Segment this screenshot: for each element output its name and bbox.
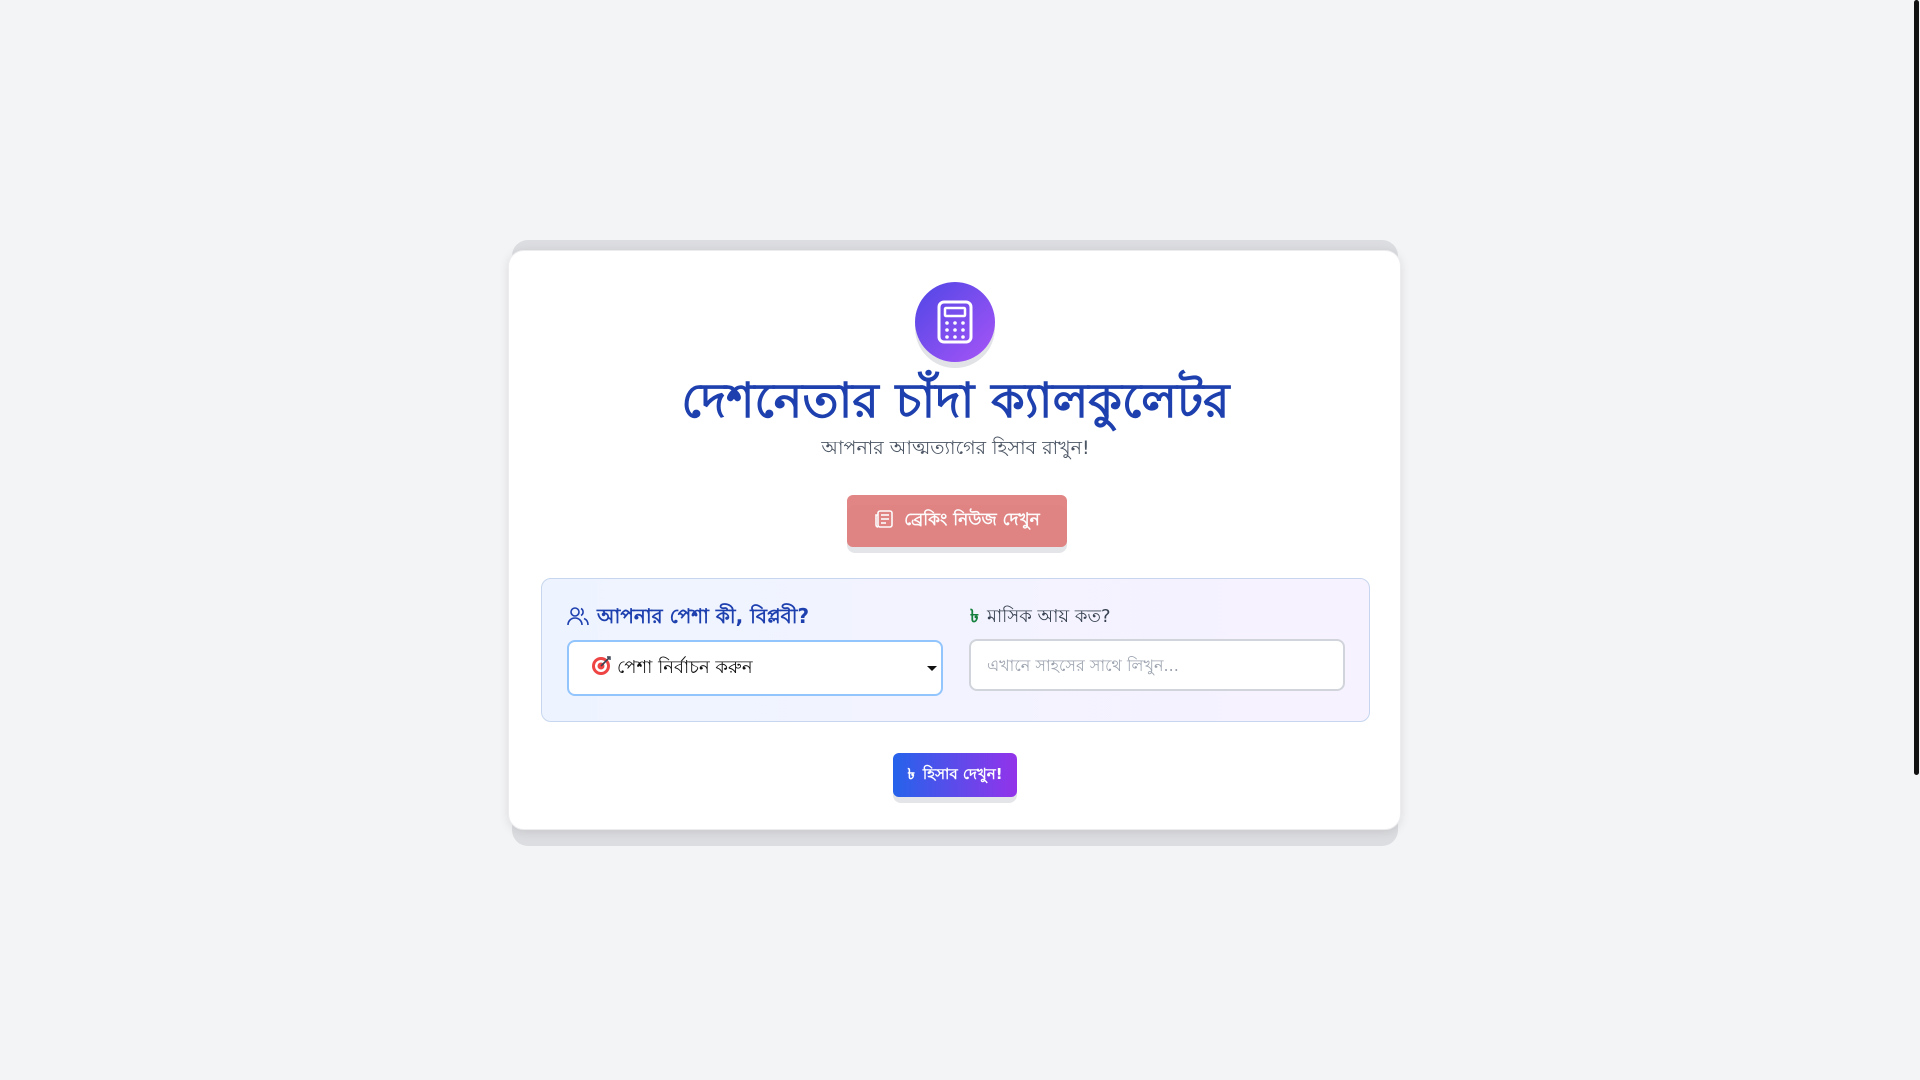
newspaper-icon — [874, 509, 894, 534]
calculate-button[interactable]: ৳ হিসাব দেখুন! — [893, 753, 1017, 797]
calculate-button-label: হিসাব দেখুন! — [922, 764, 1003, 783]
profession-select[interactable]: পেশা নির্বাচন করুন — [567, 640, 943, 696]
breaking-news-button[interactable]: ব্রেকিং নিউজ দেখুন — [847, 495, 1067, 547]
taka-icon: ৳ — [907, 764, 915, 783]
taka-icon: ৳ — [970, 606, 979, 627]
logo — [915, 282, 997, 368]
target-icon — [591, 655, 611, 681]
page-scrollbar[interactable] — [1912, 0, 1920, 1080]
profession-label-row: আপনার পেশা কী, বিপ্লবী? — [567, 602, 809, 635]
breaking-news-label: ব্রেকিং নিউজ দেখুন — [904, 510, 1040, 530]
page-subtitle: আপনার আত্মত্যাগের হিসাব রাখুন! — [821, 437, 1090, 459]
profession-select-value: পেশা নির্বাচন করুন — [617, 656, 753, 678]
users-icon — [567, 606, 589, 631]
page-title: দেশনেতার চাঁদা ক্যালকুলেটর — [681, 373, 1230, 429]
income-label: মাসিক আয় কত? — [986, 606, 1111, 627]
scrollbar-thumb[interactable] — [1914, 0, 1919, 775]
chevron-down-icon — [927, 666, 937, 671]
calculator-card: দেশনেতার চাঁদা ক্যালকুলেটর আপনার আত্মত্য… — [508, 250, 1401, 830]
form-panel: আপনার পেশা কী, বিপ্লবী? ৳ মাসিক আয় কত? … — [541, 578, 1370, 722]
calculator-icon — [915, 282, 995, 362]
income-input[interactable] — [969, 639, 1345, 691]
income-label-row: ৳ মাসিক আয় কত? — [970, 602, 1111, 633]
profession-label: আপনার পেশা কী, বিপ্লবী? — [597, 604, 810, 628]
